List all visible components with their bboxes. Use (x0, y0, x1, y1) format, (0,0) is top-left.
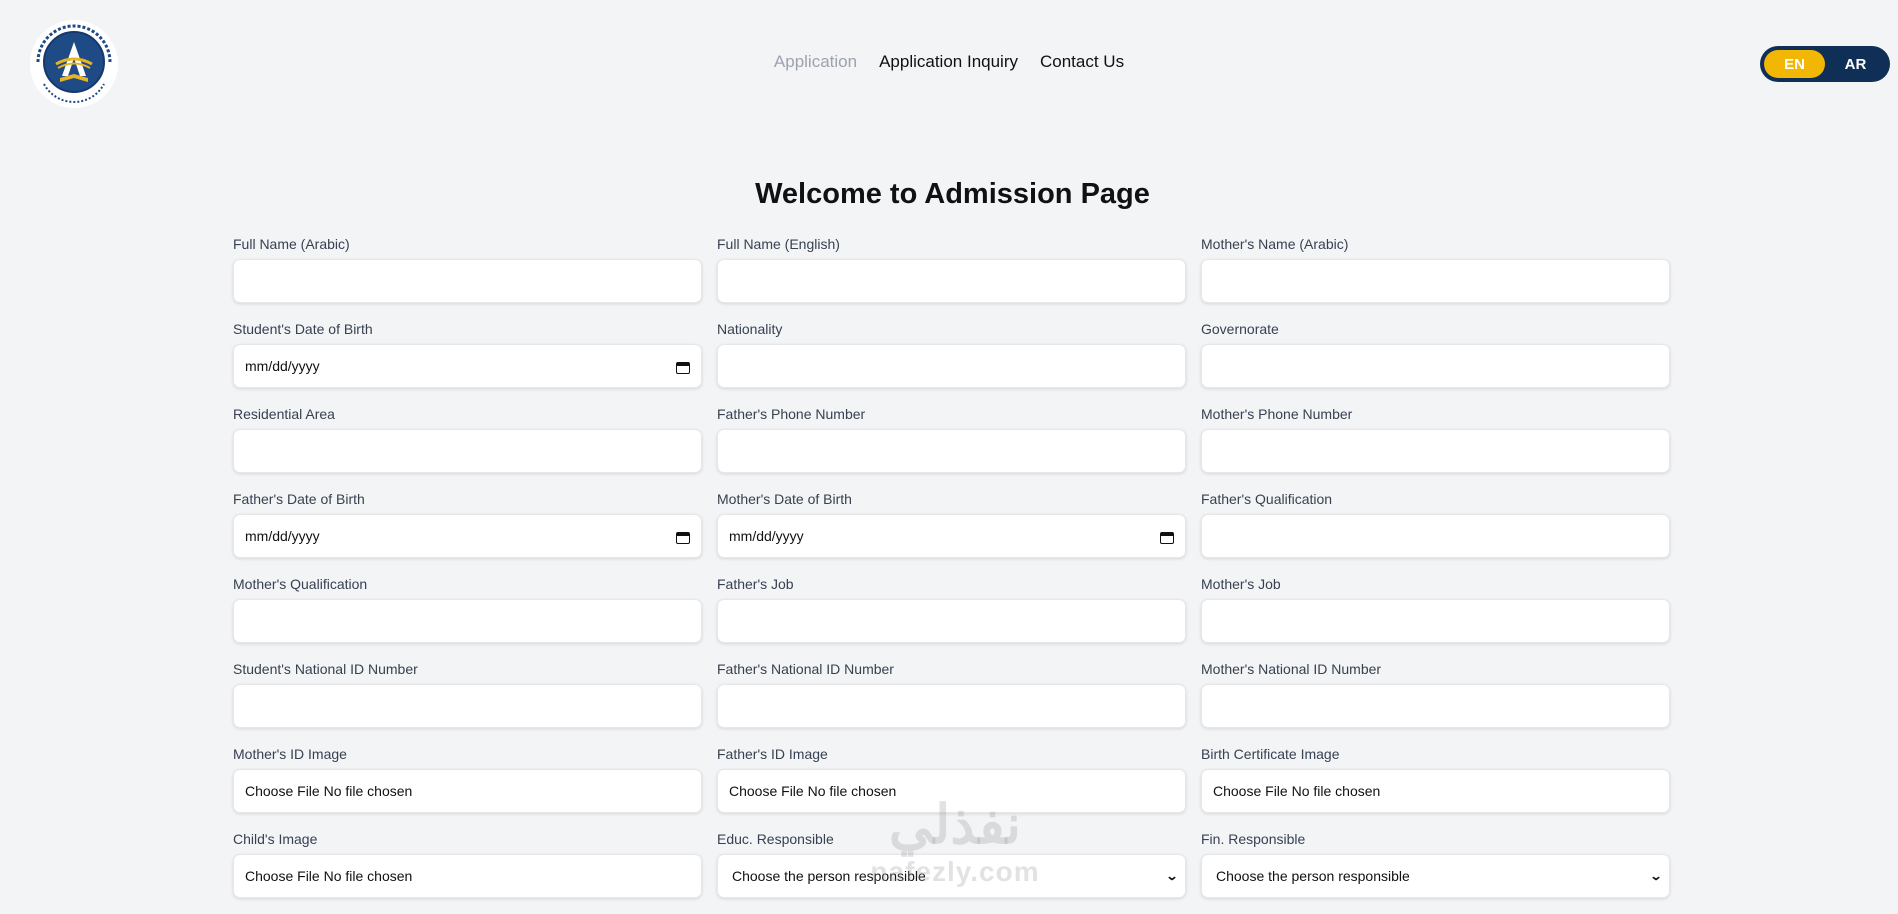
field-label: Father's Qualification (1201, 491, 1333, 507)
form-field: Birth Certificate Image Choose File No f… (1201, 744, 1670, 829)
father-national-id-input[interactable] (717, 684, 1186, 728)
form-field: Fin. Responsible Choose the person respo… (1201, 829, 1670, 914)
field-label: Mother's Name (Arabic) (1201, 236, 1349, 252)
mother-qualification-input[interactable] (233, 599, 702, 643)
form-field: Father's Job (717, 574, 1186, 659)
field-label: Mother's Qualification (233, 576, 368, 592)
form-field: Full Name (English) (717, 234, 1186, 319)
lang-en-button[interactable]: EN (1764, 50, 1825, 78)
mother-job-input[interactable] (1201, 599, 1670, 643)
child-image-file-input[interactable]: Choose File No file chosen (233, 854, 702, 898)
admission-form: Full Name (Arabic) Full Name (English) M… (233, 234, 1670, 914)
field-label: Mother's Date of Birth (717, 491, 852, 507)
fin-responsible-select[interactable]: Choose the person responsible ⌄ (1201, 854, 1670, 898)
calendar-icon[interactable] (676, 360, 690, 374)
form-field: Father's National ID Number (717, 659, 1186, 744)
page-title: Welcome to Admission Page (755, 178, 1150, 210)
field-label: Student's Date of Birth (233, 321, 373, 337)
field-label: Full Name (English) (717, 236, 840, 252)
chevron-down-icon: ⌄ (1649, 869, 1663, 883)
field-label: Governorate (1201, 321, 1279, 337)
mother-id-image-file-input[interactable]: Choose File No file chosen (233, 769, 702, 813)
form-field: Child's Image Choose File No file chosen (233, 829, 702, 914)
form-field: Mother's Job (1201, 574, 1670, 659)
mother-name-arabic-input[interactable] (1201, 259, 1670, 303)
field-label: Birth Certificate Image (1201, 746, 1340, 762)
form-field: Mother's Name (Arabic) (1201, 234, 1670, 319)
field-label: Father's Job (717, 576, 794, 592)
form-field: Mother's ID Image Choose File No file ch… (233, 744, 702, 829)
nationality-input[interactable] (717, 344, 1186, 388)
field-label: Nationality (717, 321, 783, 337)
field-label: Full Name (Arabic) (233, 236, 350, 252)
father-phone-input[interactable] (717, 429, 1186, 473)
form-field: Father's Qualification (1201, 489, 1670, 574)
student-national-id-input[interactable] (233, 684, 702, 728)
header: Application Application Inquiry Contact … (0, 0, 1898, 130)
calendar-icon[interactable] (676, 530, 690, 544)
field-label: Fin. Responsible (1201, 831, 1306, 847)
field-label: Father's Phone Number (717, 406, 866, 422)
chevron-down-icon: ⌄ (1165, 869, 1179, 883)
field-label: Educ. Responsible (717, 831, 834, 847)
form-field: Mother's National ID Number (1201, 659, 1670, 744)
full-name-arabic-input[interactable] (233, 259, 702, 303)
select-value: Choose the person responsible (1216, 868, 1410, 884)
form-field: Residential Area (233, 404, 702, 489)
form-field: Father's Phone Number (717, 404, 1186, 489)
mother-dob-input[interactable]: mm/dd/yyyy (717, 514, 1186, 558)
form-field: Father's ID Image Choose File No file ch… (717, 744, 1186, 829)
lang-ar-button[interactable]: AR (1825, 50, 1886, 78)
student-dob-input[interactable]: mm/dd/yyyy (233, 344, 702, 388)
father-dob-input[interactable]: mm/dd/yyyy (233, 514, 702, 558)
form-field: Nationality (717, 319, 1186, 404)
field-label: Father's Date of Birth (233, 491, 365, 507)
select-value: Choose the person responsible (732, 868, 926, 884)
father-job-input[interactable] (717, 599, 1186, 643)
full-name-english-input[interactable] (717, 259, 1186, 303)
nav-contact-us[interactable]: Contact Us (1040, 52, 1124, 72)
field-label: Father's ID Image (717, 746, 828, 762)
father-id-image-file-input[interactable]: Choose File No file chosen (717, 769, 1186, 813)
field-label: Mother's National ID Number (1201, 661, 1382, 677)
calendar-icon[interactable] (1160, 530, 1174, 544)
form-field: Mother's Qualification (233, 574, 702, 659)
field-label: Student's National ID Number (233, 661, 418, 677)
form-field: Mother's Date of Birth mm/dd/yyyy (717, 489, 1186, 574)
language-toggle: EN AR (1760, 46, 1890, 82)
father-qualification-input[interactable] (1201, 514, 1670, 558)
form-field: Father's Date of Birth mm/dd/yyyy (233, 489, 702, 574)
form-field: Student's Date of Birth mm/dd/yyyy (233, 319, 702, 404)
date-placeholder: mm/dd/yyyy (245, 528, 320, 544)
form-field: Student's National ID Number (233, 659, 702, 744)
field-label: Mother's Phone Number (1201, 406, 1353, 422)
field-label: Father's National ID Number (717, 661, 894, 677)
main-nav: Application Application Inquiry Contact … (0, 52, 1898, 72)
form-field: Mother's Phone Number (1201, 404, 1670, 489)
mother-phone-input[interactable] (1201, 429, 1670, 473)
mother-national-id-input[interactable] (1201, 684, 1670, 728)
form-field: Full Name (Arabic) (233, 234, 702, 319)
field-label: Residential Area (233, 406, 335, 422)
field-label: Mother's Job (1201, 576, 1281, 592)
nav-application-inquiry[interactable]: Application Inquiry (879, 52, 1018, 72)
birth-certificate-file-input[interactable]: Choose File No file chosen (1201, 769, 1670, 813)
date-placeholder: mm/dd/yyyy (245, 358, 320, 374)
field-label: Child's Image (233, 831, 318, 847)
governorate-input[interactable] (1201, 344, 1670, 388)
field-label: Mother's ID Image (233, 746, 347, 762)
form-field: Educ. Responsible Choose the person resp… (717, 829, 1186, 914)
educ-responsible-select[interactable]: Choose the person responsible ⌄ (717, 854, 1186, 898)
residential-area-input[interactable] (233, 429, 702, 473)
nav-application[interactable]: Application (774, 52, 857, 72)
form-field: Governorate (1201, 319, 1670, 404)
date-placeholder: mm/dd/yyyy (729, 528, 804, 544)
